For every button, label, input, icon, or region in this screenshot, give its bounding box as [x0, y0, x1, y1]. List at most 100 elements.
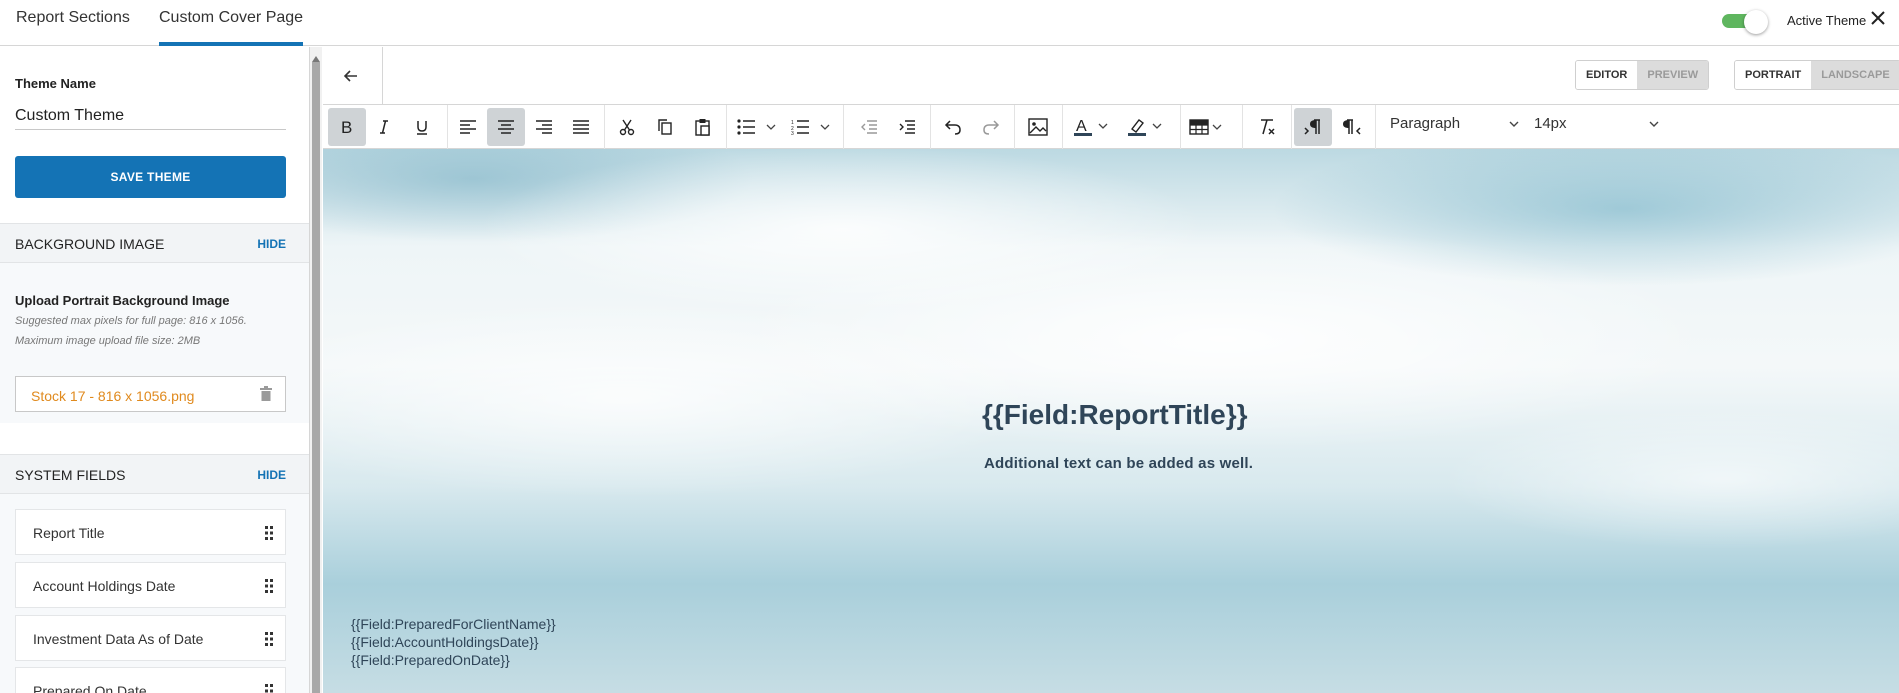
close-icon[interactable] [1868, 9, 1888, 31]
toggle-knob [1744, 10, 1768, 34]
prepared-for-client-field[interactable]: {{Field:PreparedForClientName}} [351, 616, 556, 632]
align-left-icon [460, 120, 476, 134]
account-holdings-date-field[interactable]: {{Field:AccountHoldingsDate}} [351, 634, 539, 650]
numbered-list-button[interactable]: 123 [788, 108, 838, 146]
upload-hint-size: Maximum image upload file size: 2MB [15, 335, 201, 347]
preview-mode-button[interactable]: PREVIEW [1637, 61, 1709, 89]
italic-button[interactable] [366, 108, 402, 146]
uploaded-file-box[interactable]: Stock 17 - 816 x 1056.png [15, 376, 286, 412]
portrait-button[interactable]: PORTRAIT [1735, 61, 1812, 89]
table-button[interactable] [1186, 108, 1236, 146]
bullet-list-button[interactable] [734, 108, 784, 146]
field-item-prepared-on-date[interactable]: Prepared On Date [15, 667, 286, 693]
toolbar-separator [604, 105, 605, 149]
theme-name-input[interactable] [15, 102, 286, 130]
align-center-button[interactable] [487, 108, 525, 146]
clear-formatting-icon [1261, 119, 1275, 135]
theme-name-label: Theme Name [15, 76, 96, 91]
image-icon [1028, 118, 1048, 136]
field-item-label: Account Holdings Date [33, 578, 176, 594]
outdent-icon [861, 120, 877, 134]
field-item-label: Report Title [33, 525, 105, 541]
clear-formatting-button[interactable] [1249, 108, 1285, 146]
drag-handle-icon[interactable] [265, 684, 273, 693]
theme-settings-panel: Theme Name SAVE THEME BACKGROUND IMAGE H… [0, 47, 310, 693]
rtl-icon [1343, 119, 1361, 135]
font-size-dropdown[interactable]: 14px [1534, 115, 1660, 139]
chevron-down-icon [1649, 121, 1659, 127]
underline-button[interactable] [404, 108, 440, 146]
active-theme-toggle[interactable] [1722, 8, 1772, 34]
drag-handle-icon[interactable] [265, 579, 273, 593]
chevron-down-icon [1509, 121, 1519, 127]
system-fields-header: SYSTEM FIELDS HIDE [0, 454, 309, 494]
background-image-hide-link[interactable]: HIDE [257, 237, 286, 251]
table-icon [1189, 119, 1222, 135]
field-item-account-holdings-date[interactable]: Account Holdings Date [15, 562, 286, 608]
additional-text[interactable]: Additional text can be added as well. [984, 455, 1253, 472]
highlight-color-button[interactable] [1124, 108, 1174, 146]
toolbar-separator [447, 105, 448, 149]
rtl-direction-button[interactable] [1334, 108, 1370, 146]
bold-icon: B [341, 118, 352, 136]
upload-portrait-title: Upload Portrait Background Image [15, 293, 230, 308]
align-right-button[interactable] [526, 108, 562, 146]
redo-button[interactable] [973, 108, 1009, 146]
active-theme-label: Active Theme [1787, 13, 1867, 28]
orientation-toggle: PORTRAIT LANDSCAPE [1734, 60, 1899, 90]
tab-custom-cover-page[interactable]: Custom Cover Page [159, 0, 304, 46]
uploaded-file-name: Stock 17 - 816 x 1056.png [31, 388, 195, 404]
top-tab-bar: Report Sections Custom Cover Page Active… [0, 0, 1899, 46]
active-tab-indicator [159, 42, 304, 46]
trash-icon[interactable] [259, 386, 273, 402]
copy-icon [658, 119, 672, 135]
editor-preview-toggle: EDITOR PREVIEW [1575, 60, 1710, 90]
insert-image-button[interactable] [1020, 108, 1056, 146]
toolbar-separator [930, 105, 931, 149]
toolbar-separator [1062, 105, 1063, 149]
field-item-label: Investment Data As of Date [33, 631, 204, 647]
block-format-dropdown[interactable]: Paragraph [1390, 115, 1520, 139]
bold-button[interactable]: B [328, 108, 366, 146]
undo-button[interactable] [935, 108, 971, 146]
copy-button[interactable] [647, 108, 683, 146]
field-item-investment-data-date[interactable]: Investment Data As of Date [15, 615, 286, 661]
svg-text:B: B [341, 118, 352, 136]
align-left-button[interactable] [450, 108, 486, 146]
ltr-direction-button[interactable] [1294, 108, 1332, 146]
toolbar-separator [1291, 105, 1292, 149]
drag-handle-icon[interactable] [265, 632, 273, 646]
prepared-on-date-field[interactable]: {{Field:PreparedOnDate}} [351, 652, 510, 668]
outdent-button[interactable] [851, 108, 887, 146]
landscape-button[interactable]: LANDSCAPE [1811, 61, 1899, 89]
tab-report-sections[interactable]: Report Sections [16, 0, 130, 46]
scrollbar-thumb[interactable] [312, 62, 320, 693]
cut-button[interactable] [609, 108, 645, 146]
report-title-field[interactable]: {{Field:ReportTitle}} [982, 399, 1248, 431]
editor-mode-button[interactable]: EDITOR [1576, 61, 1638, 89]
bullet-list-icon [737, 119, 776, 135]
justify-button[interactable] [563, 108, 599, 146]
system-fields-hide-link[interactable]: HIDE [257, 468, 286, 482]
text-color-button[interactable]: A [1070, 108, 1120, 146]
drag-handle-icon[interactable] [265, 526, 273, 540]
align-justify-icon [573, 120, 589, 134]
scroll-up-arrow-icon[interactable] [311, 50, 321, 62]
undo-icon [944, 120, 961, 135]
toolbar-separator [726, 105, 727, 149]
scissors-icon [619, 119, 635, 136]
back-arrow-icon[interactable] [331, 58, 371, 94]
svg-text:A: A [1076, 118, 1087, 135]
field-item-label: Prepared On Date [33, 683, 147, 693]
indent-button[interactable] [889, 108, 925, 146]
field-item-report-title[interactable]: Report Title [15, 509, 286, 555]
toolbar-separator [1180, 105, 1181, 149]
toolbar-separator [843, 105, 844, 149]
font-size-value: 14px [1534, 115, 1567, 132]
save-theme-button[interactable]: SAVE THEME [15, 156, 286, 198]
ltr-icon [1304, 119, 1320, 135]
tab-custom-cover-page-label: Custom Cover Page [159, 9, 304, 26]
upload-hint-pixels: Suggested max pixels for full page: 816 … [15, 315, 247, 327]
toolbar-separator [1242, 105, 1243, 149]
paste-button[interactable] [685, 108, 721, 146]
